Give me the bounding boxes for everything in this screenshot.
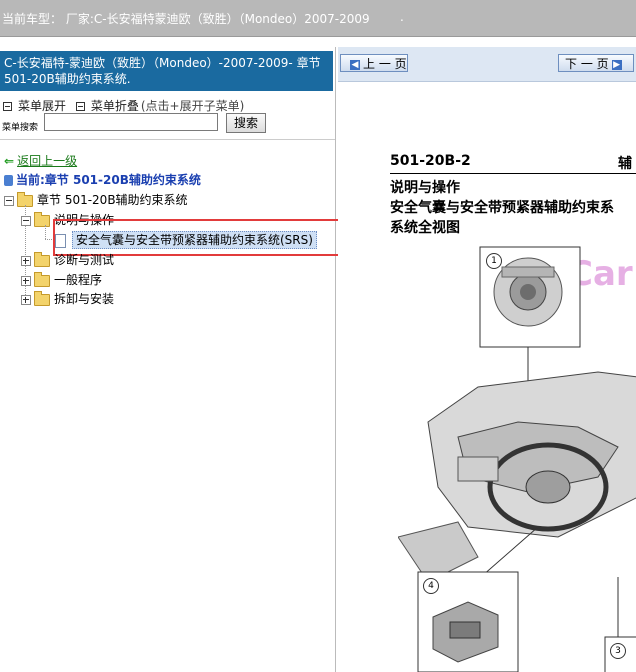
page-title-fragment: 辅 xyxy=(618,156,632,172)
back-link[interactable]: ⇐ 返回上一级 xyxy=(4,152,77,169)
search-label: 菜单搜索 xyxy=(2,123,39,133)
menu-controls: 菜单展开 菜单折叠 (点击+展开子菜单) xyxy=(3,97,244,114)
folder-icon xyxy=(34,271,50,287)
page-nav-bar: ◀ 上 一 页 下 一 页 ▶ xyxy=(338,47,636,82)
expand-toggle-icon[interactable] xyxy=(21,275,31,286)
callout-number: 4 xyxy=(423,578,439,594)
menu-expand-link[interactable]: 菜单展开 xyxy=(18,99,66,113)
collapse-icon xyxy=(75,102,85,111)
current-chapter: 当前:章节 501-20B辅助约束系统 xyxy=(4,171,201,188)
tree-node-general[interactable]: 一般程序 xyxy=(21,271,102,288)
arrow-left-icon: ◀ xyxy=(350,59,360,70)
folder-open-icon xyxy=(34,211,50,227)
collapse-toggle-icon[interactable] xyxy=(4,195,14,206)
callout-number: 3 xyxy=(610,643,626,659)
divider xyxy=(0,139,335,140)
expand-icon xyxy=(3,102,12,111)
arrow-right-icon: ▶ xyxy=(611,59,622,70)
document-pane: ◀ 上 一 页 下 一 页 ▶ 501-20B-2 辅 说明与操作 安全气囊与安全带… xyxy=(338,47,636,672)
doc-heading-1: 说明与操作 xyxy=(390,180,460,196)
search-button[interactable]: 搜索 xyxy=(226,113,266,133)
prev-page-button[interactable]: ◀ 上 一 页 xyxy=(340,54,408,72)
tree-root[interactable]: 章节 501-20B辅助约束系统 xyxy=(4,191,188,208)
navigation-pane: C-长安福特-蒙迪欧（致胜）（Mondeo）-2007-2009- 章节 501… xyxy=(0,47,336,672)
menu-collapse-link[interactable]: 菜单折叠 xyxy=(91,99,139,113)
search-input[interactable] xyxy=(44,113,218,131)
top-bar: 当前车型： 厂家:C-长安福特蒙迪欧（致胜）（Mondeo）2007-2009 … xyxy=(0,0,636,37)
next-page-button[interactable]: 下 一 页 ▶ xyxy=(558,54,634,72)
document-content: 501-20B-2 辅 说明与操作 安全气囊与安全带预紧器辅助约束系 系统全视图… xyxy=(338,82,636,672)
callout-number: 1 xyxy=(486,253,502,269)
doc-heading-2: 安全气囊与安全带预紧器辅助约束系 xyxy=(390,200,614,216)
menu-hint: (点击+展开子菜单) xyxy=(140,99,245,113)
doc-heading-3: 系统全视图 xyxy=(390,220,460,236)
header-rule xyxy=(390,173,636,174)
collapse-toggle-icon[interactable] xyxy=(21,215,31,226)
chapter-icon xyxy=(4,175,13,186)
folder-icon xyxy=(34,290,50,306)
folder-icon xyxy=(34,251,50,267)
expand-toggle-icon[interactable] xyxy=(21,255,31,266)
tree-line xyxy=(45,225,46,239)
system-overview-diagram: Car 1 4 3 xyxy=(397,237,636,672)
vehicle-info-trail: . xyxy=(400,10,404,24)
section-header: C-长安福特-蒙迪欧（致胜）（Mondeo）-2007-2009- 章节 501… xyxy=(0,51,333,91)
tree-node-removal[interactable]: 拆卸与安装 xyxy=(21,290,114,307)
expand-toggle-icon[interactable] xyxy=(21,294,31,305)
diagram-svg: Car xyxy=(397,246,636,672)
back-arrow-icon: ⇐ xyxy=(4,154,15,168)
page-number: 501-20B-2 xyxy=(390,153,471,169)
vehicle-info: 当前车型： 厂家:C-长安福特蒙迪欧（致胜）（Mondeo）2007-2009 xyxy=(2,12,370,26)
tree-node-diagnosis[interactable]: 诊断与测试 xyxy=(21,251,114,268)
